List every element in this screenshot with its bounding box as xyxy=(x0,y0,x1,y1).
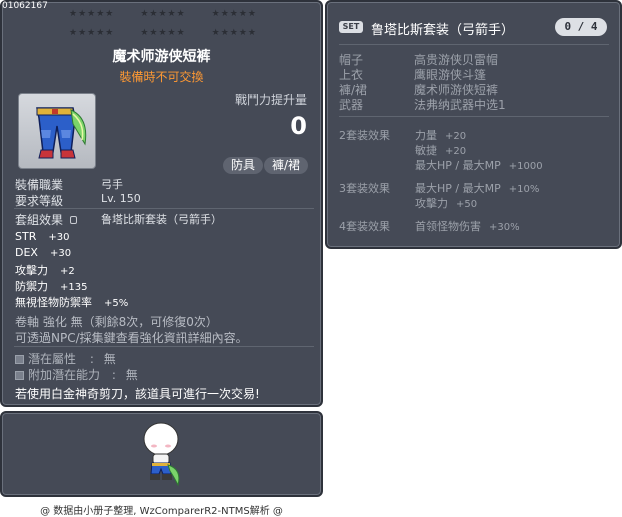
additional-potential-row: 附加潛在能力 : 無 xyxy=(15,366,138,383)
bonus-stat: 首领怪物伤害 xyxy=(415,220,481,233)
set-piece: 武器 法弗纳武器中选1 xyxy=(339,96,506,113)
stat-value: +2 xyxy=(60,266,75,277)
character-preview xyxy=(143,422,180,487)
stat-label: 防禦力 xyxy=(15,280,48,293)
set-bonus-3-label: 3套装效果 xyxy=(339,182,390,195)
pants-item-icon xyxy=(36,107,87,159)
stat-value: +30 xyxy=(49,248,72,259)
additional-potential-label: 附加潛在能力 xyxy=(28,368,101,382)
req-job-label: 裝備職業 xyxy=(15,178,64,192)
req-level-row: 要求等級 Lv. 150 xyxy=(15,192,141,209)
set-bonus-effect: 首领怪物伤害 +30% xyxy=(415,218,520,234)
category-tag-armor: 防具 xyxy=(223,157,264,174)
set-effect-label: 套組效果 xyxy=(15,213,64,227)
item-tooltip-panel: ★★★★★ ★★★★★ ★★★★★ ★★★★★ ★★★★★ ★★★★★ 魔术师游… xyxy=(0,0,323,407)
star-group: ★★★★★ xyxy=(140,28,186,38)
potential-row: 潛在屬性 : 無 xyxy=(15,350,116,367)
star-force-row-1: ★★★★★ ★★★★★ ★★★★★ xyxy=(69,9,257,19)
category-tag-pants: 褲/裙 xyxy=(264,157,309,174)
star-force-row-2: ★★★★★ ★★★★★ ★★★★★ xyxy=(69,28,257,38)
bonus-value: +20 xyxy=(445,146,467,157)
set-piece-slot: 上衣 xyxy=(339,68,364,82)
stat-str: STR +30 xyxy=(15,230,69,243)
set-bonus-effect: 力量 +20 xyxy=(415,127,466,143)
bonus-stat: 敏捷 xyxy=(415,144,437,157)
set-count: 0 / 4 xyxy=(555,18,607,36)
set-piece-slot: 武器 xyxy=(339,98,364,112)
bonus-stat: 攻擊力 xyxy=(415,197,448,210)
set-effect-value: 鲁塔比斯套装（弓箭手） xyxy=(101,213,222,226)
stat-defense: 防禦力 +135 xyxy=(15,278,87,294)
set-bonus-effect: 敏捷 +20 xyxy=(415,142,466,158)
divider xyxy=(339,116,609,117)
additional-potential-icon xyxy=(15,371,24,380)
bonus-value: +50 xyxy=(456,199,478,210)
divider xyxy=(14,208,314,209)
stat-label: STR xyxy=(15,230,37,243)
req-job-row: 裝備職業 弓手 xyxy=(15,176,123,193)
stat-dex: DEX +30 xyxy=(15,246,71,259)
set-piece-name: 法弗纳武器中选1 xyxy=(414,98,506,112)
scroll-info: 卷軸 強化 無（剩餘8次，可修復0次） xyxy=(15,315,218,329)
combat-power-label: 戰鬥力提升量 xyxy=(234,93,307,107)
set-badge: SET xyxy=(339,21,363,33)
set-bonus-4-label: 4套装效果 xyxy=(339,220,390,233)
lock-icon xyxy=(69,216,77,224)
stat-value: +30 xyxy=(48,232,70,243)
set-effect-row: 套組效果 鲁塔比斯套装（弓箭手） xyxy=(15,211,222,228)
set-bonus-2-label: 2套装效果 xyxy=(339,129,390,142)
set-title: 鲁塔比斯套装（弓箭手） xyxy=(371,23,515,38)
divider xyxy=(339,44,609,45)
star-group: ★★★★★ xyxy=(140,9,186,19)
item-id: 01062167 xyxy=(2,1,48,11)
item-icon-frame xyxy=(18,93,96,169)
footer-credit: @ 数据由小册子整理, WzComparerR2-NTMS解析 @ xyxy=(40,506,283,517)
npc-info: 可透過NPC/採集鍵查看強化資訊詳細內容。 xyxy=(15,331,248,345)
stat-label: 攻擊力 xyxy=(15,264,48,277)
req-job-value: 弓手 xyxy=(101,178,123,191)
item-name: 魔术师游侠短裤 xyxy=(112,49,211,65)
star-group: ★★★★★ xyxy=(69,9,115,19)
trade-note: 若使用白金神奇剪刀，該道具可進行一次交易! xyxy=(15,387,260,401)
stat-attack: 攻擊力 +2 xyxy=(15,262,75,278)
set-bonus-effect: 攻擊力 +50 xyxy=(415,195,477,211)
star-group: ★★★★★ xyxy=(69,28,115,38)
stat-value: +5% xyxy=(104,298,129,309)
bonus-value: +20 xyxy=(445,131,467,142)
divider xyxy=(14,346,314,347)
character-preview-panel xyxy=(0,411,323,497)
bonus-stat: 最大HP / 最大MP xyxy=(415,159,501,172)
bonus-value: +30% xyxy=(489,222,520,233)
set-piece-slot: 褲/裙 xyxy=(339,83,368,97)
stat-value: +135 xyxy=(60,282,88,293)
set-info-panel: SET 鲁塔比斯套装（弓箭手） 0 / 4 帽子 高贵游侠贝雷帽 上衣 鹰眼游侠… xyxy=(325,0,622,249)
set-piece-slot: 帽子 xyxy=(339,53,364,67)
bonus-stat: 力量 xyxy=(415,129,437,142)
potential-label: 潛在屬性 xyxy=(28,352,77,366)
bonus-value: +1000 xyxy=(508,161,543,172)
stat-ignore-defense: 無視怪物防禦率 +5% xyxy=(15,294,128,310)
bonus-stat: 最大HP / 最大MP xyxy=(415,182,501,195)
stat-label: DEX xyxy=(15,246,38,259)
stat-label: 無視怪物防禦率 xyxy=(15,296,92,309)
set-bonus-effect: 最大HP / 最大MP +1000 xyxy=(415,157,543,173)
req-level-value: Lv. 150 xyxy=(101,192,141,205)
trade-status: 裝備時不可交換 xyxy=(119,70,204,84)
star-group: ★★★★★ xyxy=(211,9,257,19)
req-level-label: 要求等級 xyxy=(15,194,64,208)
additional-potential-value: 無 xyxy=(125,368,138,382)
potential-value: 無 xyxy=(103,352,116,366)
bonus-value: +10% xyxy=(508,184,540,195)
combat-power-value: 0 xyxy=(290,112,307,140)
potential-icon xyxy=(15,355,24,364)
set-bonus-effect: 最大HP / 最大MP +10% xyxy=(415,180,539,196)
star-group: ★★★★★ xyxy=(211,28,257,38)
